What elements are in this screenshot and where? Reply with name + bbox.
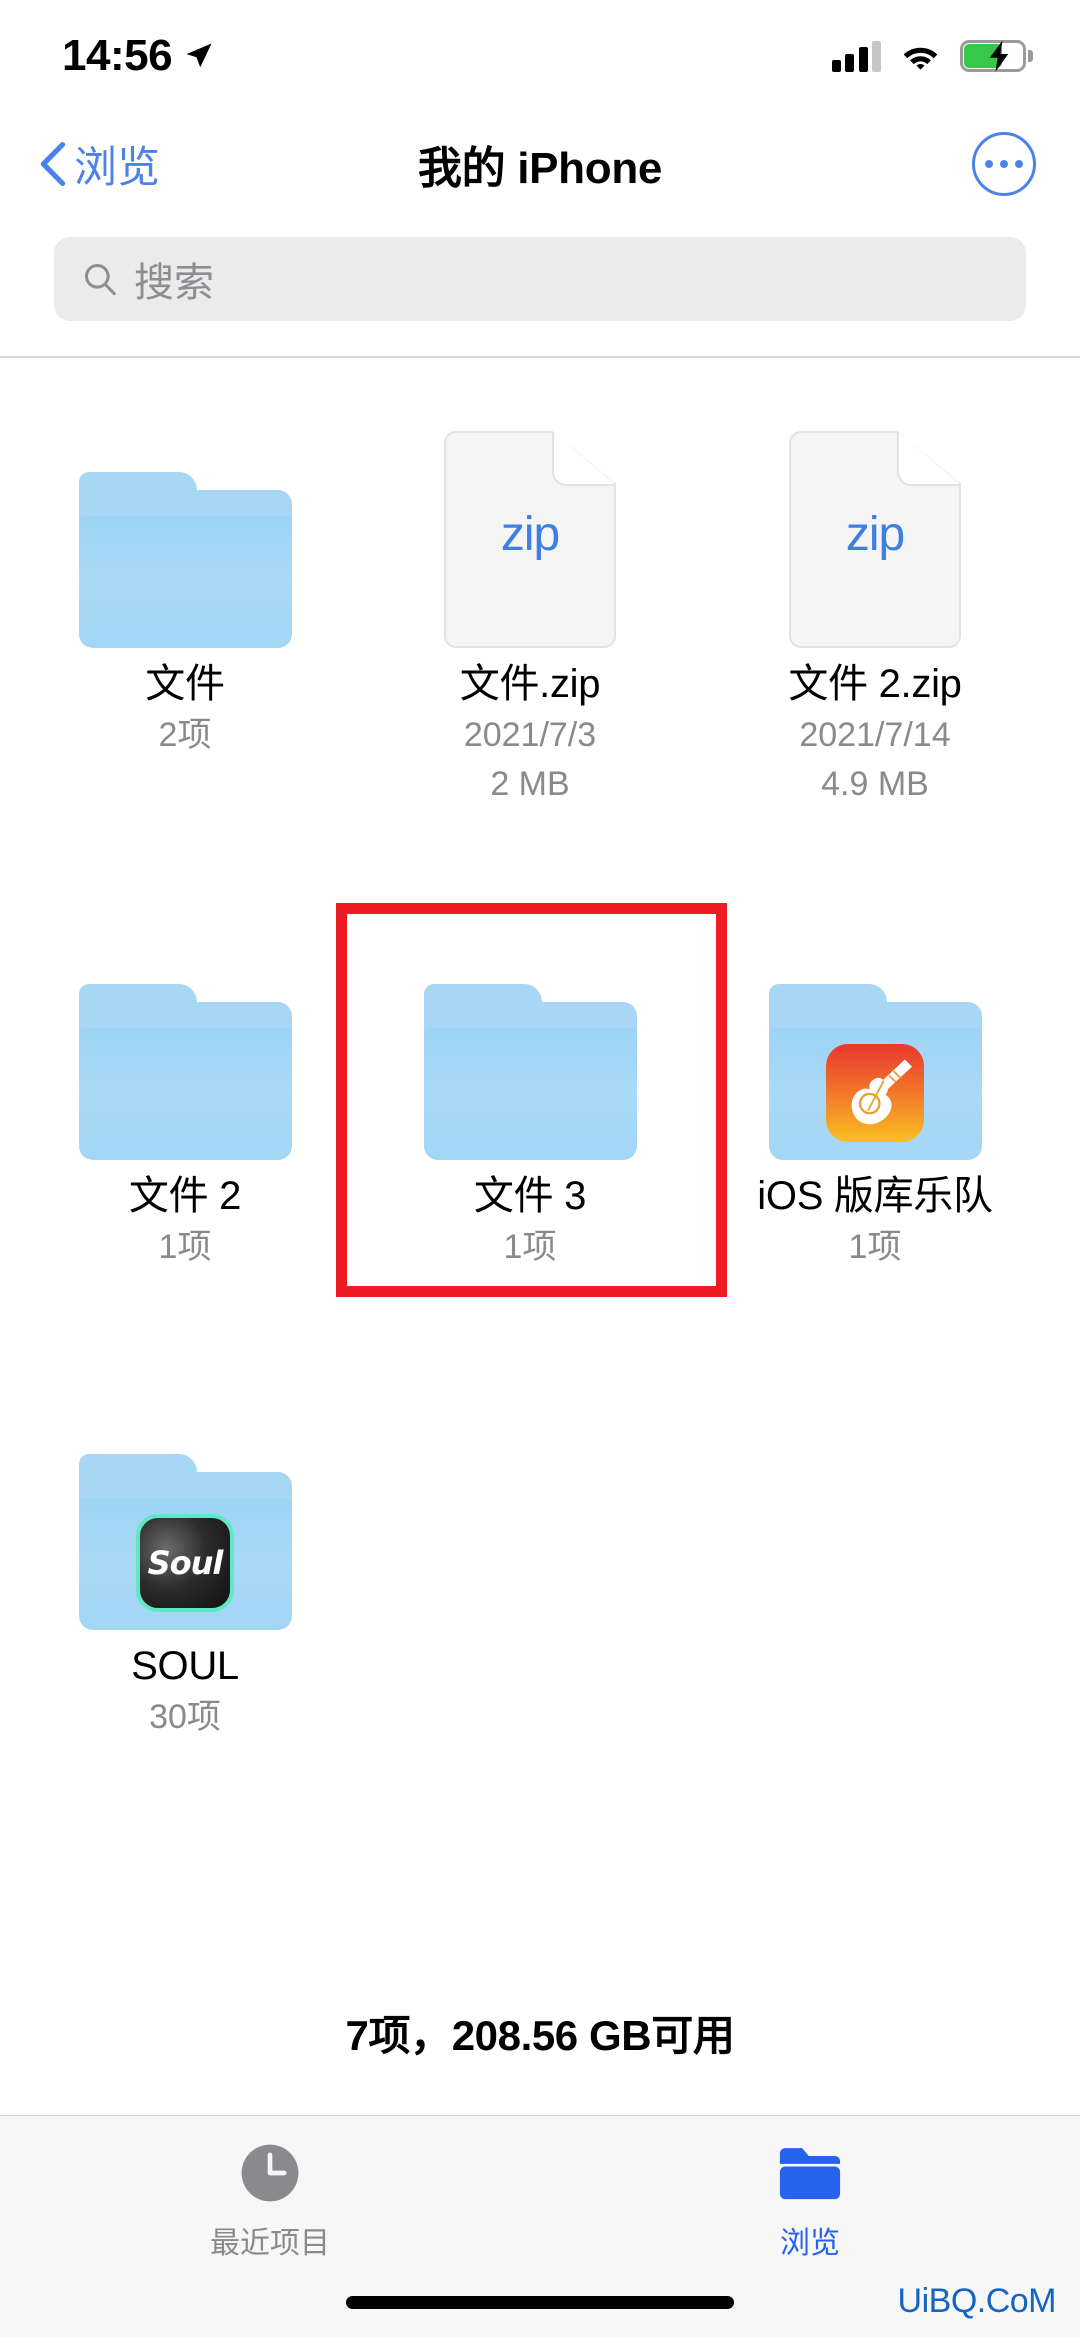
- file-item-icon: [78, 912, 292, 1161]
- tab-browse-label: 浏览: [780, 2227, 840, 2260]
- file-item-folder-highlighted[interactable]: 文件 3 1项: [370, 888, 690, 1268]
- cellular-signal-icon: [831, 40, 881, 72]
- search-input[interactable]: 搜索: [54, 237, 1026, 321]
- file-grid: 文件 2项 zip 文件.zip 2021/7/3 2 MB zip 文件 2.…: [0, 376, 1080, 1738]
- zip-document-icon: zip: [789, 431, 961, 648]
- file-item-size: 4.9 MB: [821, 764, 929, 803]
- file-item-meta: 2项: [158, 715, 212, 754]
- soul-app-badge-icon: Soul: [136, 1513, 234, 1612]
- grid-row-spacer: [0, 804, 1080, 888]
- file-item-size: 2 MB: [490, 764, 570, 803]
- battery-charging-icon: [960, 40, 1033, 72]
- file-grid-row: 文件 2项 zip 文件.zip 2021/7/3 2 MB zip 文件 2.…: [0, 376, 1080, 804]
- file-item-folder[interactable]: 文件 2 1项: [25, 888, 345, 1268]
- file-item-icon: [423, 912, 637, 1161]
- file-item-icon: [768, 912, 982, 1161]
- folder-icon: [78, 984, 292, 1161]
- tab-recents[interactable]: 最近项目: [0, 2138, 540, 2262]
- search-icon: [85, 264, 116, 296]
- location-arrow-icon: [186, 43, 212, 68]
- file-grid-row: Soul SOUL 30项: [0, 1358, 1080, 1738]
- file-item-meta: 1项: [503, 1228, 557, 1267]
- file-item-folder[interactable]: iOS 版库乐队 1项: [715, 888, 1035, 1268]
- folder-icon: [423, 984, 637, 1161]
- home-indicator[interactable]: [346, 2296, 734, 2309]
- file-item-icon: [78, 400, 292, 648]
- folder-icon: [78, 472, 292, 648]
- file-item-meta: 30项: [149, 1697, 221, 1736]
- file-item-name: SOUL: [131, 1643, 239, 1688]
- tab-browse[interactable]: 浏览: [540, 2138, 1080, 2262]
- storage-summary-text: 7项，208.56 GB可用: [345, 2012, 735, 2059]
- wifi-icon: [903, 47, 938, 70]
- folder-icon: Soul: [78, 1453, 292, 1630]
- grid-row-spacer: [0, 1268, 1080, 1358]
- guitar-icon: [851, 1059, 912, 1125]
- status-bar-clock: 14:56: [62, 31, 173, 80]
- file-item-date: 2021/7/3: [463, 715, 597, 754]
- file-item-date: 2021/7/14: [799, 715, 951, 754]
- navigation-bar: 浏览 我的 iPhone: [0, 112, 1080, 215]
- file-extension-label: zip: [845, 508, 905, 561]
- status-bar-left: 14:56: [62, 31, 214, 81]
- ellipsis-circle-icon[interactable]: [972, 131, 1036, 196]
- search-placeholder: 搜索: [134, 261, 214, 305]
- file-extension-label: zip: [500, 508, 560, 561]
- file-item-folder[interactable]: 文件 2项: [25, 376, 345, 804]
- file-item-zip[interactable]: zip 文件.zip 2021/7/3 2 MB: [370, 376, 690, 804]
- file-item-zip[interactable]: zip 文件 2.zip 2021/7/14 4.9 MB: [715, 376, 1035, 804]
- search-bar[interactable]: 搜索: [54, 237, 1026, 321]
- soul-badge-label: Soul: [147, 1543, 224, 1582]
- zip-document-icon: zip: [444, 431, 616, 648]
- tab-bar: 最近项目 浏览 UiBQ.CoM: [0, 2115, 1080, 2337]
- watermark-text: UiBQ.CoM: [897, 2282, 1057, 2320]
- header-divider: [0, 356, 1080, 358]
- garageband-app-badge-icon: [826, 1044, 924, 1143]
- file-grid-row: 文件 2 1项 文件 3 1项 iOS 版库乐队 1项: [0, 888, 1080, 1268]
- file-item-icon: Soul: [78, 1382, 292, 1630]
- file-item-name: 文件: [145, 662, 225, 706]
- status-bar: 14:56: [0, 0, 1080, 112]
- file-item-name: 文件.zip: [459, 662, 601, 706]
- file-item-icon: zip: [789, 400, 961, 648]
- folder-icon: [779, 2148, 841, 2200]
- page-title: 我的 iPhone: [417, 143, 663, 193]
- file-item-meta: 1项: [848, 1228, 902, 1267]
- tab-browse-icon-wrap: [776, 2138, 844, 2208]
- file-item-name: 文件 2.zip: [788, 662, 962, 706]
- tab-recents-icon-wrap: [239, 2138, 301, 2208]
- tab-recents-label: 最近项目: [210, 2227, 330, 2260]
- lightning-bolt-icon: [989, 40, 1009, 72]
- clock-icon: [241, 2144, 299, 2202]
- file-item-folder[interactable]: Soul SOUL 30项: [25, 1358, 345, 1738]
- file-item-icon: zip: [444, 400, 616, 648]
- status-bar-right: [831, 40, 1033, 72]
- file-item-name: iOS 版库乐队: [757, 1174, 993, 1219]
- folder-icon: [768, 984, 982, 1161]
- file-item-name: 文件 3: [473, 1174, 587, 1219]
- file-item-meta: 1项: [158, 1228, 212, 1267]
- file-item-name: 文件 2: [128, 1174, 242, 1219]
